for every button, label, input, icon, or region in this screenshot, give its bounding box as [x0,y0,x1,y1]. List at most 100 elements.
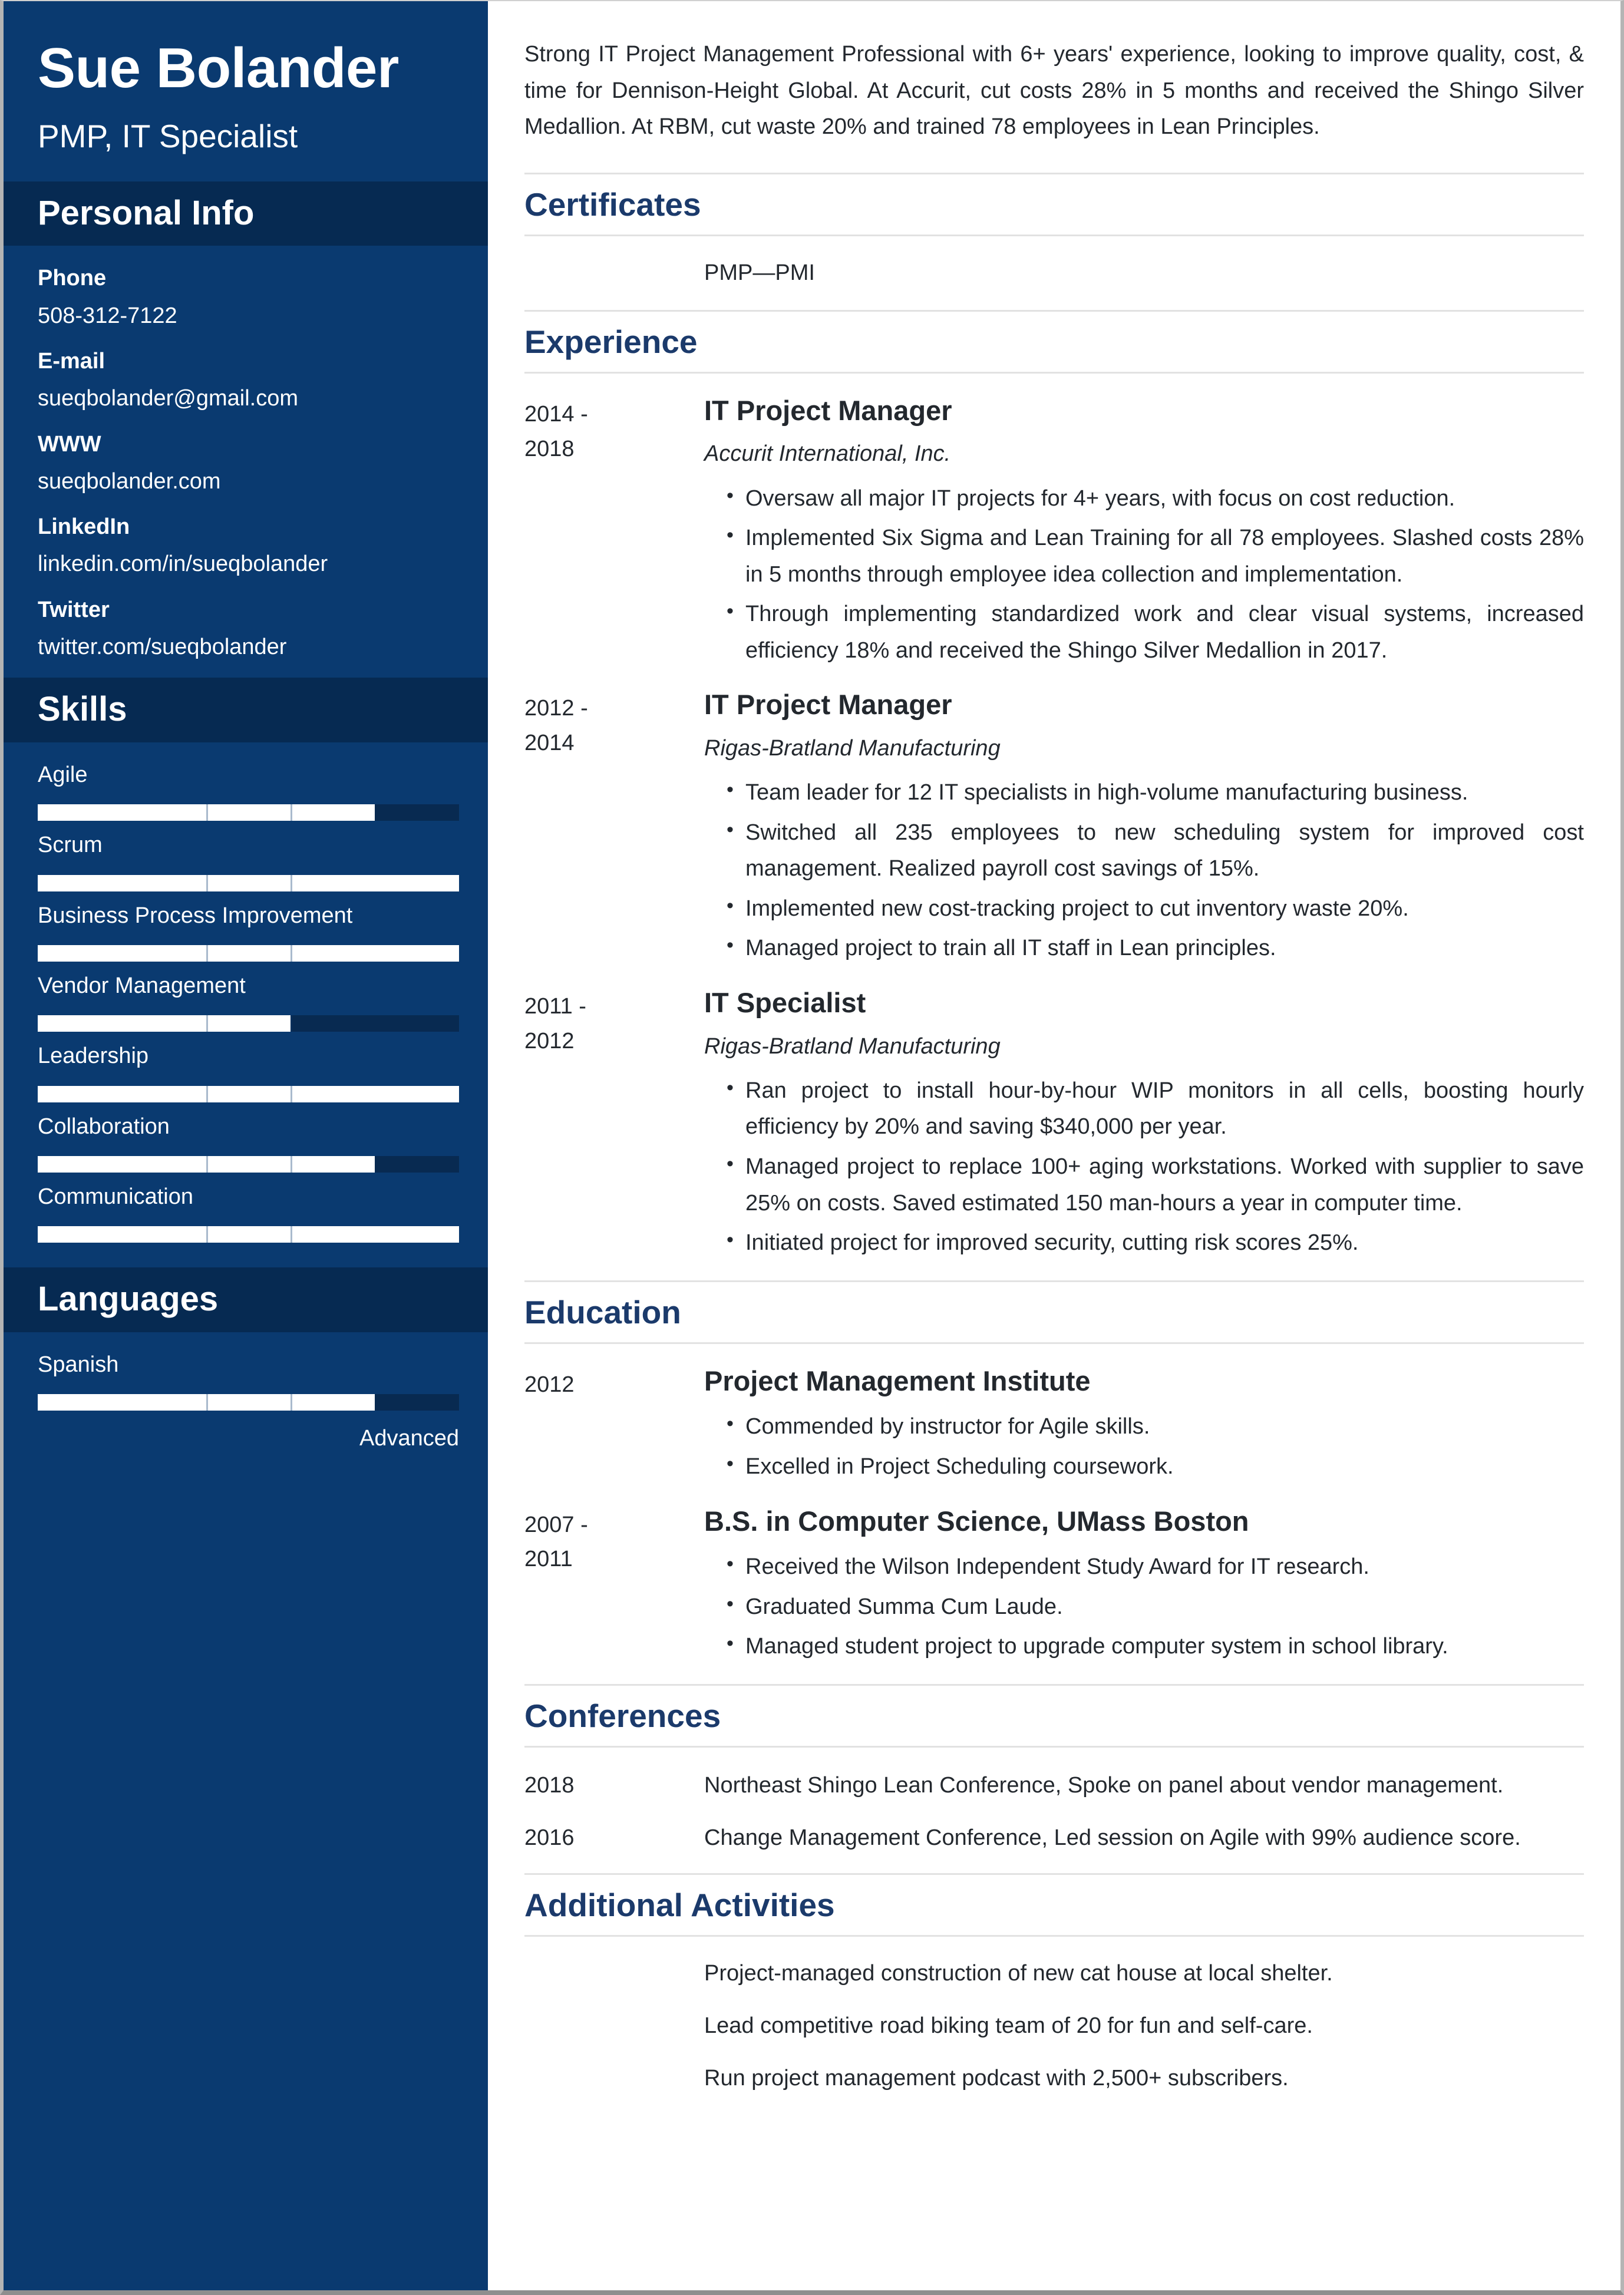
bullet-item: Received the Wilson Independent Study Aw… [727,1548,1584,1586]
bullet-item: Through implementing standardized work a… [727,595,1584,669]
personal-info-value[interactable]: 508-312-7122 [38,301,454,331]
bullet-item: Oversaw all major IT projects for 4+ yea… [727,480,1584,517]
experience-role: IT Project Manager [704,689,952,721]
skill-item: Communication [38,1182,459,1243]
skill-label: Business Process Improvement [38,903,353,928]
sidebar-section-languages: Languages [4,1267,488,1332]
skill-item: Business Process Improvement [38,901,459,962]
main-content: Strong IT Project Management Professiona… [488,1,1620,2290]
bullet-item: Excelled in Project Scheduling coursewor… [727,1448,1584,1485]
experience-date-range: 2011 - 2012 [524,986,704,1265]
skill-bar [38,1085,459,1102]
conference-entry: 2016 Change Management Conference, Led s… [524,1820,1584,1857]
identity-block: Sue Bolander PMP, IT Specialist [4,1,488,181]
bullet-item: Initiated project for improved security,… [727,1224,1584,1262]
skill-bar [38,1226,459,1243]
personal-info-heading: Personal Info [38,193,255,232]
education-heading: Education [524,1293,681,1330]
personal-info-item: Phone 508-312-7122 [38,263,454,331]
skill-item: Collaboration [38,1112,459,1173]
personal-info-label: Twitter [38,597,110,622]
skill-label: Vendor Management [38,973,246,998]
experience-role: IT Specialist [704,986,866,1018]
skill-item: Vendor Management [38,971,459,1032]
personal-info-label: WWW [38,431,101,457]
activity-date-spacer [524,1957,704,1990]
conference-year: 2016 [524,1825,575,1851]
experience-organization: Rigas-Bratland Manufacturing [704,736,1001,761]
conference-entry: 2018 Northeast Shingo Lean Conference, S… [524,1768,1584,1804]
bullet-item: Commended by instructor for Agile skills… [727,1408,1584,1445]
skill-bar-fill [38,1085,459,1102]
experience-date-range: 2012 - 2014 [524,688,704,970]
conference-year: 2018 [524,1772,575,1798]
personal-info-value[interactable]: sueqbolander.com [38,467,454,497]
activity-description: Project-managed construction of new cat … [704,1960,1333,1986]
date-start: 2014 - [524,401,588,427]
activity-entry: Run project management podcast with 2,50… [524,2062,1584,2095]
sidebar-section-personal-info: Personal Info [4,181,488,246]
experience-heading: Experience [524,323,698,360]
experience-role: IT Project Manager [704,394,952,426]
skill-item: Agile [38,760,459,821]
date-end: 2011 [524,1547,573,1572]
skills-heading: Skills [38,690,127,729]
education-date-range: 2007 - 2011 [524,1504,704,1669]
skill-bar-fill [38,1015,291,1032]
conferences-divider [524,1745,1584,1748]
certificate-date-spacer [524,256,704,290]
personal-info-value[interactable]: linkedin.com/in/sueqbolander [38,549,454,579]
skill-label: Communication [38,1184,193,1209]
education-entry-body: B.S. in Computer Science, UMass Boston R… [704,1504,1584,1669]
skill-bar [38,945,459,962]
skill-label: Leadership [38,1044,149,1069]
experience-entry: 2012 - 2014 IT Project Manager Rigas-Bra… [524,688,1584,970]
activity-entry: Project-managed construction of new cat … [524,1957,1584,1990]
experience-bullets: Ran project to install hour-by-hour WIP … [704,1072,1584,1262]
skill-label: Collaboration [38,1114,170,1139]
skills-list: Agile Scrum Business Process Improvement [4,742,488,1267]
bullet-item: Managed project to replace 100+ aging wo… [727,1148,1584,1221]
experience-date-range: 2014 - 2018 [524,394,704,673]
additional-activities-divider [524,1934,1584,1937]
activity-description: Lead competitive road biking team of 20 … [704,2013,1313,2038]
additional-activities-heading: Additional Activities [524,1886,835,1923]
experience-entry: 2014 - 2018 IT Project Manager Accurit I… [524,394,1584,673]
personal-info-item: Twitter twitter.com/sueqbolander [38,595,454,663]
personal-info-item: WWW sueqbolander.com [38,430,454,497]
sidebar-section-skills: Skills [4,678,488,743]
skill-item: Leadership [38,1041,459,1102]
bullet-item: Implemented new cost-tracking project to… [727,890,1584,927]
language-bar [38,1394,459,1411]
certificates-heading: Certificates [524,186,701,223]
experience-organization: Rigas-Bratland Manufacturing [704,1033,1001,1059]
language-label: Spanish [38,1352,119,1377]
professional-summary: Strong IT Project Management Professiona… [524,42,1584,140]
education-entry: 2007 - 2011 B.S. in Computer Science, UM… [524,1504,1584,1669]
languages-list: Spanish Advanced [4,1332,488,1451]
experience-bullets: Oversaw all major IT projects for 4+ yea… [704,480,1584,669]
date-start: 2012 - [524,696,588,721]
activity-entry: Lead competitive road biking team of 20 … [524,2009,1584,2043]
languages-heading: Languages [38,1280,219,1319]
language-item: Spanish Advanced [38,1350,459,1451]
certificates-divider [524,234,1584,236]
personal-info-value[interactable]: sueqbolander@gmail.com [38,384,454,414]
date-end: 2014 [524,731,575,756]
personal-info-label: Phone [38,266,107,291]
skill-label: Scrum [38,833,103,858]
sidebar: Sue Bolander PMP, IT Specialist Personal… [4,1,488,2290]
bullet-item: Ran project to install hour-by-hour WIP … [727,1072,1584,1145]
skill-bar [38,874,459,891]
personal-info-label: E-mail [38,348,105,374]
experience-entry-body: IT Specialist Rigas-Bratland Manufacturi… [704,986,1584,1265]
conference-description: Change Management Conference, Led sessio… [704,1825,1521,1851]
skill-item: Scrum [38,830,459,891]
section-experience: Experience 2014 - 2018 IT Project Manage… [524,309,1584,1265]
skill-bar-fill [38,874,459,891]
education-divider [524,1342,1584,1344]
bullet-item: Team leader for 12 IT specialists in hig… [727,774,1584,811]
personal-info-value[interactable]: twitter.com/sueqbolander [38,632,454,662]
personal-info-item: LinkedIn linkedin.com/in/sueqbolander [38,512,454,580]
personal-info-label: LinkedIn [38,514,130,540]
